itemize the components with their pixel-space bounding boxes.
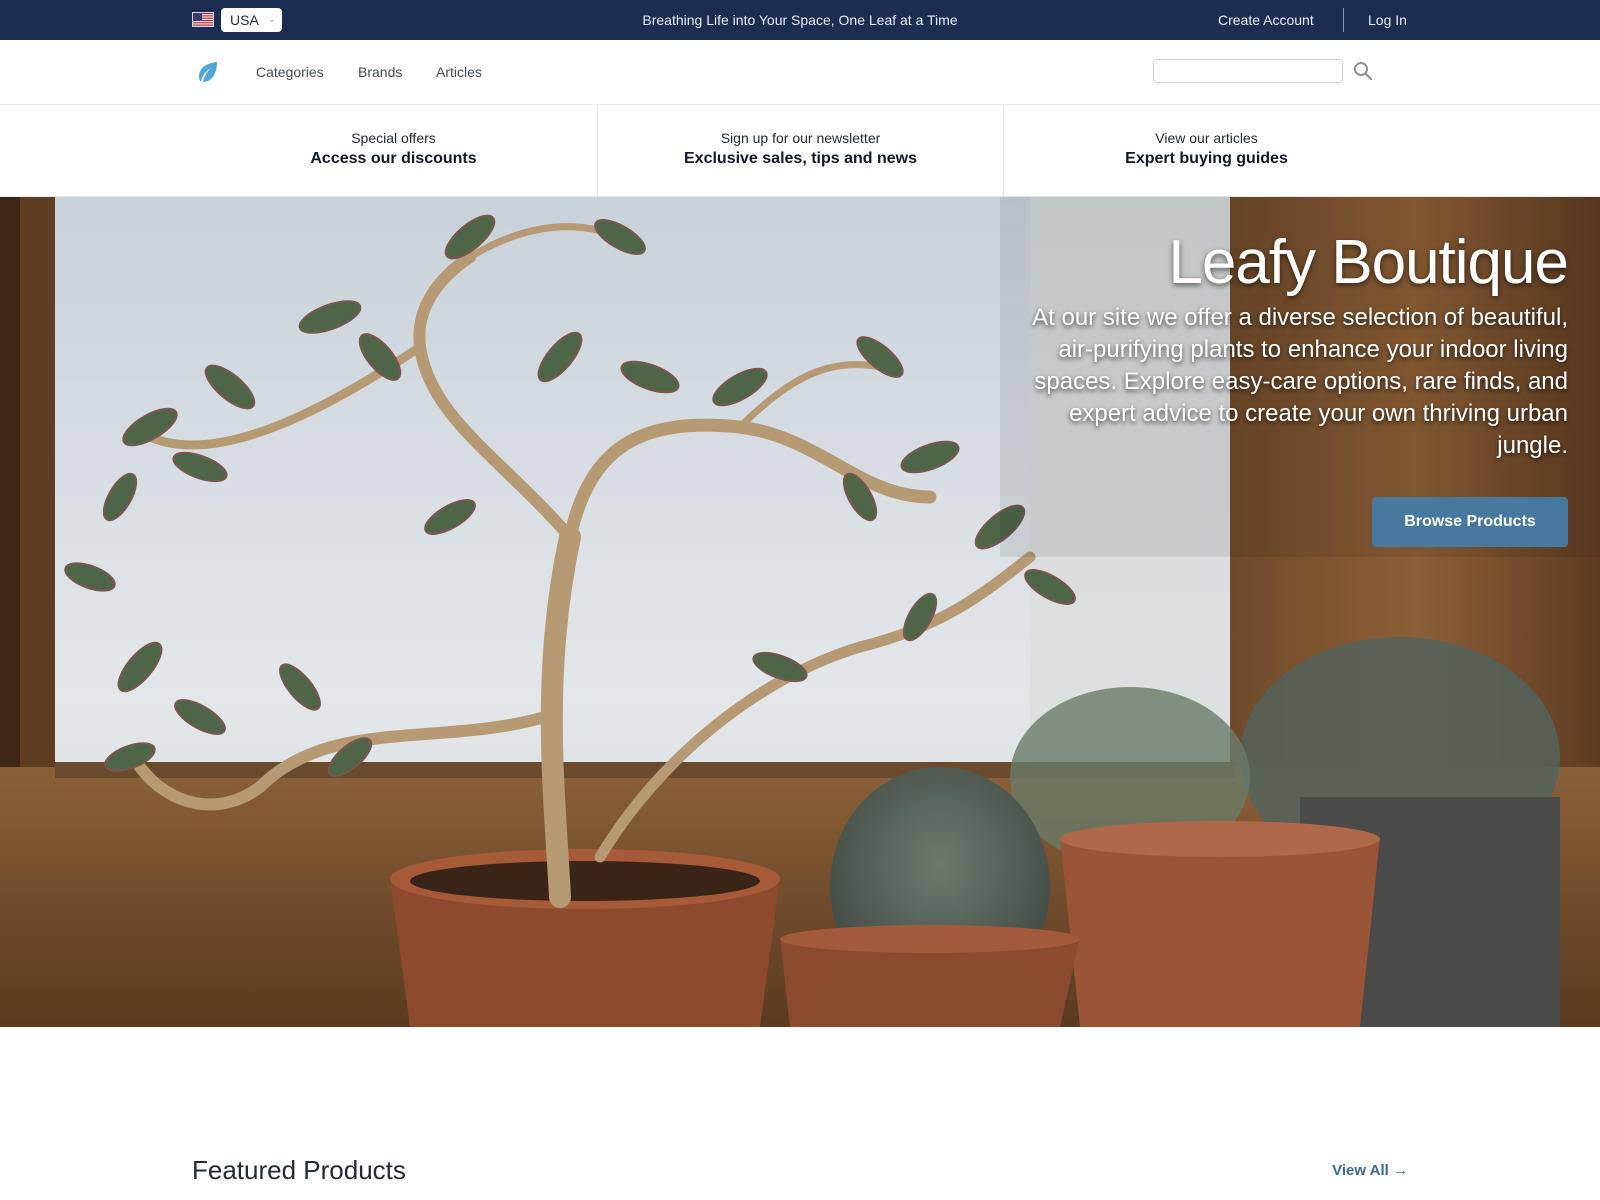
search-icon[interactable] bbox=[1353, 61, 1373, 81]
hero-title: Leafy Boutique bbox=[1168, 228, 1569, 297]
promo-strip: Special offers Access our discounts Sign… bbox=[0, 105, 1600, 197]
promo-articles[interactable]: View our articles Expert buying guides bbox=[1004, 105, 1409, 197]
promo-newsletter[interactable]: Sign up for our newsletter Exclusive sal… bbox=[598, 105, 1003, 197]
nav-categories[interactable]: Categories bbox=[256, 40, 324, 104]
promo-eyebrow: View our articles bbox=[1155, 130, 1258, 146]
account-divider bbox=[1343, 8, 1344, 32]
promo-eyebrow: Sign up for our newsletter bbox=[720, 130, 881, 146]
nav-articles[interactable]: Articles bbox=[436, 40, 482, 104]
log-in-link[interactable]: Log In bbox=[1368, 0, 1407, 40]
hero-banner: Leafy Boutique At our site we offer a di… bbox=[0, 197, 1600, 1027]
featured-products-heading: Featured Products bbox=[192, 1155, 406, 1185]
hero-description: At our site we offer a diverse selection… bbox=[1032, 304, 1568, 459]
leaf-logo-icon[interactable] bbox=[196, 60, 220, 84]
promo-headline: Expert buying guides bbox=[1125, 150, 1288, 167]
promo-headline: Exclusive sales, tips and news bbox=[684, 150, 917, 167]
nav-brands[interactable]: Brands bbox=[358, 40, 402, 104]
site-tagline: Breathing Life into Your Space, One Leaf… bbox=[642, 12, 958, 28]
promo-headline: Access our discounts bbox=[310, 150, 477, 167]
browse-products-button[interactable]: Browse Products bbox=[1372, 497, 1568, 547]
promo-special-offers[interactable]: Special offers Access our discounts bbox=[190, 105, 597, 197]
main-nav: Categories Brands Articles bbox=[0, 40, 1600, 105]
search-input[interactable] bbox=[1153, 59, 1343, 83]
top-bar: USA ⌄ Breathing Life into Your Space, On… bbox=[0, 0, 1600, 40]
promo-eyebrow: Special offers bbox=[351, 130, 436, 146]
view-all-link[interactable]: View All → bbox=[1332, 1162, 1408, 1179]
create-account-link[interactable]: Create Account bbox=[1218, 0, 1314, 40]
